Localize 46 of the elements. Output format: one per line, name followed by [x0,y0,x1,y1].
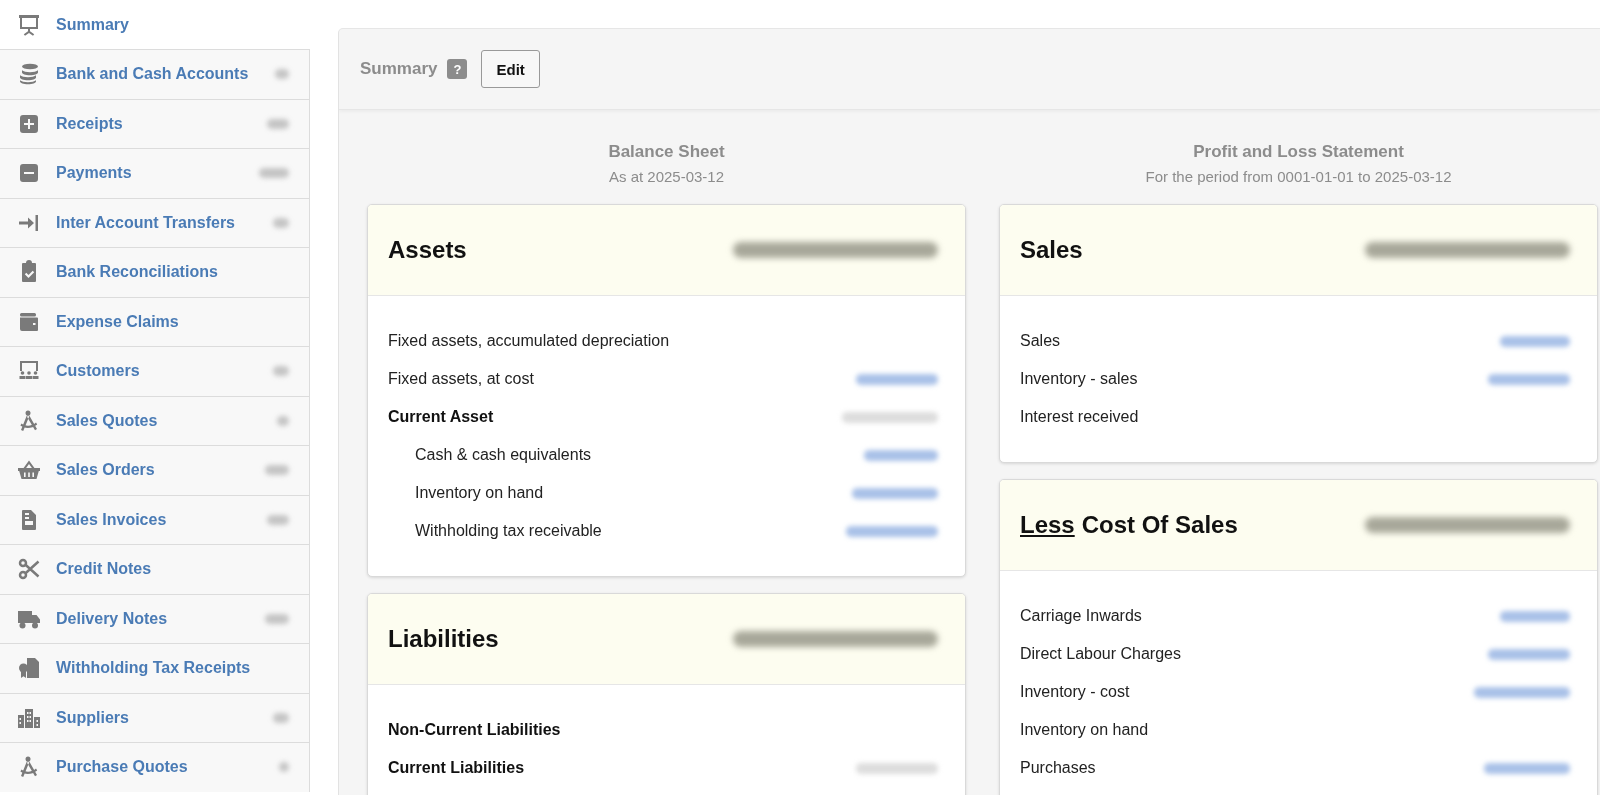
account-label: Sales [1020,332,1061,350]
help-button[interactable]: ? [447,59,468,79]
edit-button[interactable]: Edit [481,50,540,88]
sidebar-item[interactable]: Sales Invoices [0,494,310,544]
account-label: Carriage Inwards [1020,607,1142,625]
sidebar-item[interactable]: Receipts [0,98,310,148]
certificate-document-icon [17,656,41,681]
sidebar-item[interactable]: Delivery Notes [0,593,310,643]
sidebar-item[interactable]: Customers [0,346,310,396]
report-title: Profit and Loss Statement [1192,142,1405,162]
account-label: Cash & cash equivalents [415,446,592,464]
sidebar-item[interactable]: Payments [0,148,310,198]
group-label: Current Asset [388,408,494,426]
scissors-icon [17,557,41,582]
report-period: As at 2025-03-12 [607,168,726,186]
sidebar-item[interactable]: Credit Notes [0,544,310,594]
account-label: Inventory - cost [1020,683,1130,701]
sidebar-item[interactable]: Bank and Cash Accounts [0,49,310,99]
account-label: Fixed assets, at cost [388,370,534,388]
card-title: Assets [388,236,467,264]
account-label: Inventory on hand [1020,721,1149,739]
card-title: Less Cost Of Sales [1020,511,1238,539]
account-label: Fixed assets, accumulated depreciation [388,332,670,350]
account-label: Purchases [1020,759,1096,777]
report-period: For the period from 0001-01-01 to 2025-03-12 [1144,168,1453,186]
coins-icon [17,62,41,87]
report-title: Balance Sheet [607,142,726,162]
account-label: Withholding tax receivable [415,522,602,540]
presentation-board-icon [17,13,41,37]
account-label: Inventory - sales [1020,370,1138,388]
sidebar-item[interactable]: Purchase Quotes [0,742,310,792]
sidebar-item[interactable]: Bank Reconciliations [0,247,310,297]
sidebar-item[interactable]: Withholding Tax Receipts [0,643,310,693]
account-label: Interest received [1020,408,1139,426]
page-title: Summary [360,59,438,79]
sidebar-item[interactable]: Expense Claims [0,296,310,346]
account-label: Inventory on hand [415,484,544,502]
group-label: Current Liabilities [388,759,525,777]
card-title: Liabilities [388,625,499,653]
sidebar-item[interactable]: Sales Quotes [0,395,310,445]
sidebar-item[interactable]: Inter Account Transfers [0,197,310,247]
account-label: Direct Labour Charges [1020,645,1181,663]
group-label: Non-Current Liabilities [388,721,561,739]
sidebar-item[interactable]: Sales Orders [0,445,310,495]
card-title: Sales [1020,236,1083,264]
sidebar-item[interactable]: Suppliers [0,692,310,742]
